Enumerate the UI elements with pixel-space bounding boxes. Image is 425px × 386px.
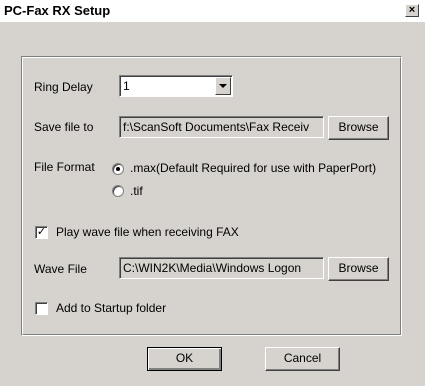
wave-file-browse-button[interactable]: Browse <box>328 257 389 281</box>
close-icon[interactable]: × <box>405 4 419 17</box>
wave-file-path-field[interactable]: C:\WIN2K\Media\Windows Logon <box>119 257 324 279</box>
format-tif-radio[interactable] <box>112 185 124 197</box>
title-bar: PC-Fax RX Setup × <box>0 0 425 22</box>
file-format-label: File Format <box>34 160 95 174</box>
save-file-path-field[interactable]: f:\ScanSoft Documents\Fax Receiv <box>119 116 324 138</box>
chevron-down-icon[interactable] <box>215 77 231 95</box>
ok-button[interactable]: OK <box>147 347 222 371</box>
radio-selected-dot <box>116 167 120 171</box>
cancel-button[interactable]: Cancel <box>265 347 340 371</box>
wave-file-path-value: C:\WIN2K\Media\Windows Logon <box>123 261 302 275</box>
settings-group <box>21 56 402 336</box>
add-to-startup-checkbox[interactable] <box>35 302 48 315</box>
ring-delay-value: 1 <box>123 79 130 93</box>
format-max-label[interactable]: .max(Default Required for use with Paper… <box>130 161 376 175</box>
wave-file-label: Wave File <box>34 262 87 276</box>
format-tif-label[interactable]: .tif <box>130 184 143 198</box>
save-file-label: Save file to <box>34 120 94 134</box>
save-file-browse-button[interactable]: Browse <box>328 116 389 140</box>
play-wave-label[interactable]: Play wave file when receiving FAX <box>56 225 239 239</box>
play-wave-checkbox[interactable]: ✓ <box>35 226 48 239</box>
pc-fax-rx-setup-dialog: PC-Fax RX Setup × Ring Delay 1 Save file… <box>0 0 425 386</box>
save-file-path-value: f:\ScanSoft Documents\Fax Receiv <box>123 120 310 134</box>
add-to-startup-label[interactable]: Add to Startup folder <box>56 301 166 315</box>
format-max-radio[interactable] <box>112 163 124 175</box>
ring-delay-combobox[interactable]: 1 <box>119 75 233 97</box>
ring-delay-label: Ring Delay <box>34 80 93 94</box>
window-title: PC-Fax RX Setup <box>4 3 111 18</box>
